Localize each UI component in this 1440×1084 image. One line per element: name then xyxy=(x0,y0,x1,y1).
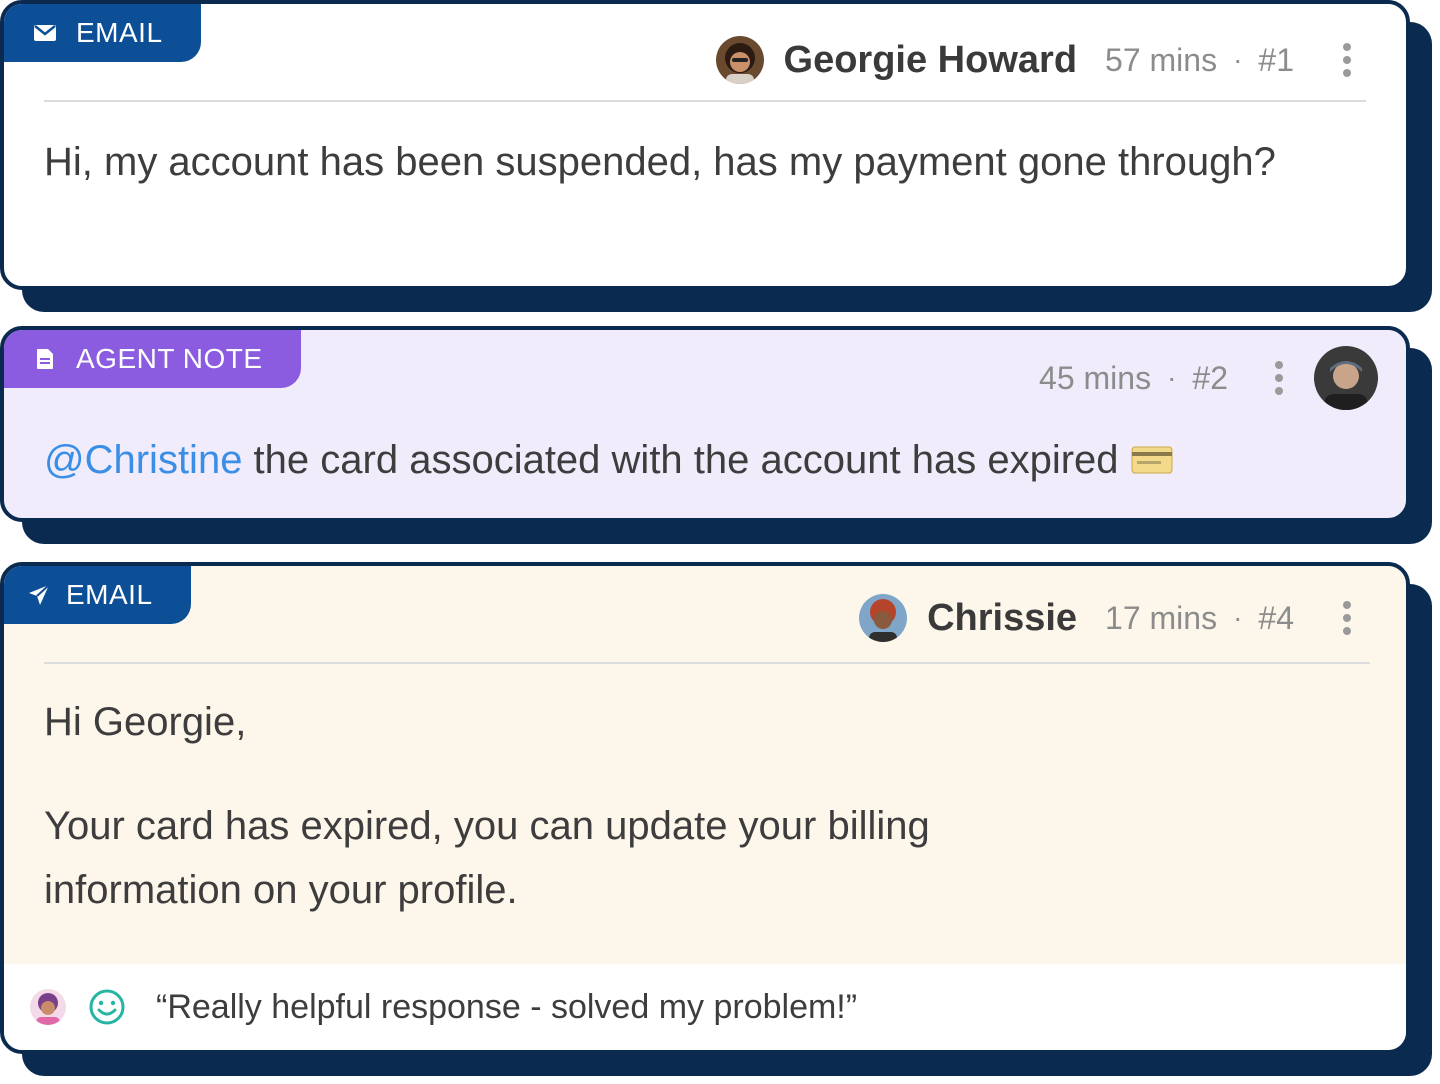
message-meta: 45 mins · #2 xyxy=(1011,346,1378,410)
card-body: EMAIL Chrissie 17 mins · #4 Hi Georgie, … xyxy=(0,562,1410,1054)
more-options-icon[interactable] xyxy=(1340,43,1354,77)
divider xyxy=(44,100,1366,102)
card-body: AGENT NOTE 45 mins · #2 @Christine the c… xyxy=(0,326,1410,522)
note-text: the card associated with the account has… xyxy=(242,438,1119,482)
greeting-text: Hi Georgie, xyxy=(44,700,247,744)
note-icon xyxy=(32,346,58,372)
avatar[interactable] xyxy=(859,594,908,642)
divider xyxy=(44,662,1370,664)
send-icon xyxy=(26,582,52,608)
channel-label: EMAIL xyxy=(66,579,153,610)
timestamp: 17 mins xyxy=(1105,599,1218,636)
message-number: #2 xyxy=(1192,359,1228,396)
message-number: #1 xyxy=(1258,41,1294,78)
channel-label: AGENT NOTE xyxy=(76,343,263,374)
separator-dot: · xyxy=(1233,44,1243,75)
separator-dot: · xyxy=(1167,362,1177,393)
avatar[interactable] xyxy=(715,36,764,84)
channel-tag-email: EMAIL xyxy=(4,4,201,62)
author-name[interactable]: Georgie Howard xyxy=(784,39,1078,82)
envelope-icon xyxy=(32,20,58,46)
more-options-icon[interactable] xyxy=(1272,361,1286,395)
separator-dot: · xyxy=(1233,602,1243,633)
feedback-text: “Really helpful response - solved my pro… xyxy=(156,987,858,1026)
message-body: @Christine the card associated with the … xyxy=(44,428,1173,492)
card-body: EMAIL Georgie Howard 57 mins · #1 Hi, my… xyxy=(0,0,1410,290)
mention-link[interactable]: @Christine xyxy=(44,428,242,492)
author-name[interactable]: Chrissie xyxy=(927,597,1077,640)
timestamp: 45 mins xyxy=(1039,359,1152,396)
message-meta: Chrissie 17 mins · #4 xyxy=(859,594,1354,642)
customer-feedback: “Really helpful response - solved my pro… xyxy=(4,964,1406,1050)
channel-label: EMAIL xyxy=(76,17,163,48)
message-body: Your card has expired, you can update yo… xyxy=(44,804,930,912)
timestamp: 57 mins xyxy=(1105,41,1218,78)
channel-tag-agent-note: AGENT NOTE xyxy=(4,330,301,388)
channel-tag-email: EMAIL xyxy=(4,566,191,624)
avatar[interactable] xyxy=(1314,346,1378,410)
credit-card-icon xyxy=(1131,446,1173,474)
message-body: Hi, my account has been suspended, has m… xyxy=(44,140,1276,184)
smiley-icon xyxy=(88,988,126,1026)
more-options-icon[interactable] xyxy=(1340,601,1354,635)
customer-avatar xyxy=(30,989,66,1025)
message-number: #4 xyxy=(1258,599,1294,636)
message-meta: Georgie Howard 57 mins · #1 xyxy=(715,36,1354,84)
